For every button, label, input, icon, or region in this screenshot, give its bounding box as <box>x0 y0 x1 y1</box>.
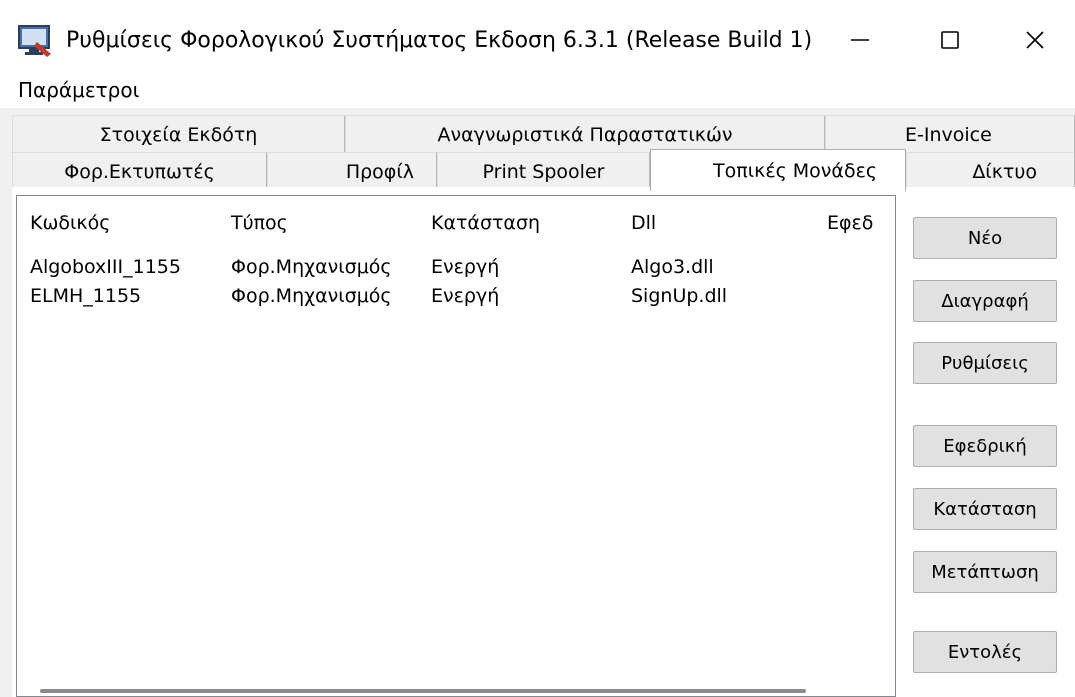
cell-code: AlgoboxIII_1155 <box>30 256 181 278</box>
maximize-button[interactable] <box>905 12 995 68</box>
title-bar: Ρυθμίσεις Φορολογικού Συστήματος Εκδοση … <box>0 0 1075 72</box>
column-header-status[interactable]: Κατάσταση <box>431 212 540 234</box>
cell-code: ELMH_1155 <box>30 285 142 307</box>
horizontal-scrollbar[interactable] <box>40 689 806 693</box>
cell-dll: SignUp.dll <box>631 285 728 307</box>
cell-type: Φορ.Μηχανισμός <box>231 256 392 278</box>
status-button[interactable]: Κατάσταση <box>913 488 1057 530</box>
maximize-icon <box>941 31 959 49</box>
minimize-button[interactable] <box>815 12 905 68</box>
close-button[interactable] <box>995 12 1075 68</box>
commands-button[interactable]: Εντολές <box>913 631 1057 673</box>
column-header-type[interactable]: Τύπος <box>231 212 288 234</box>
cell-type: Φορ.Μηχανισμός <box>231 285 392 307</box>
column-header-code[interactable]: Κωδικός <box>30 212 110 234</box>
new-button[interactable]: Νέο <box>913 217 1057 259</box>
tab-local-units[interactable]: Τοπικές Μονάδες <box>650 149 906 191</box>
cell-status: Ενεργή <box>431 285 500 307</box>
monitor-settings-icon <box>18 25 51 57</box>
tab-profile[interactable]: Προφίλ <box>267 152 437 190</box>
local-units-list[interactable]: Κωδικός Τύπος Κατάσταση Dll Εφεδ Algobox… <box>16 195 896 697</box>
menu-parameters[interactable]: Παράμετροι <box>18 76 139 104</box>
column-header-dll[interactable]: Dll <box>631 212 656 234</box>
tab-fiscal-printers[interactable]: Φορ.Εκτυπωτές <box>12 152 267 190</box>
window-title: Ρυθμίσεις Φορολογικού Συστήματος Εκδοση … <box>66 28 813 53</box>
close-icon <box>1026 31 1044 49</box>
settings-button[interactable]: Ρυθμίσεις <box>913 342 1057 384</box>
minimize-icon <box>851 39 869 41</box>
tab-network[interactable]: Δίκτυο <box>906 152 1075 190</box>
cell-dll: Algo3.dll <box>631 256 714 278</box>
switch-button[interactable]: Μετάπτωση <box>913 551 1057 593</box>
tab-issuer-details[interactable]: Στοιχεία Εκδότη <box>12 115 345 153</box>
tab-document-identifiers[interactable]: Αναγνωριστικά Παραστατικών <box>345 115 825 153</box>
tab-print-spooler[interactable]: Print Spooler <box>437 152 650 190</box>
cell-status: Ενεργή <box>431 256 500 278</box>
delete-button[interactable]: Διαγραφή <box>913 280 1057 322</box>
backup-button[interactable]: Εφεδρική <box>913 425 1057 467</box>
menu-bar: Παράμετροι <box>0 72 1075 108</box>
tab-e-invoice[interactable]: E-Invoice <box>825 115 1075 153</box>
column-header-backup[interactable]: Εφεδ <box>827 212 873 234</box>
